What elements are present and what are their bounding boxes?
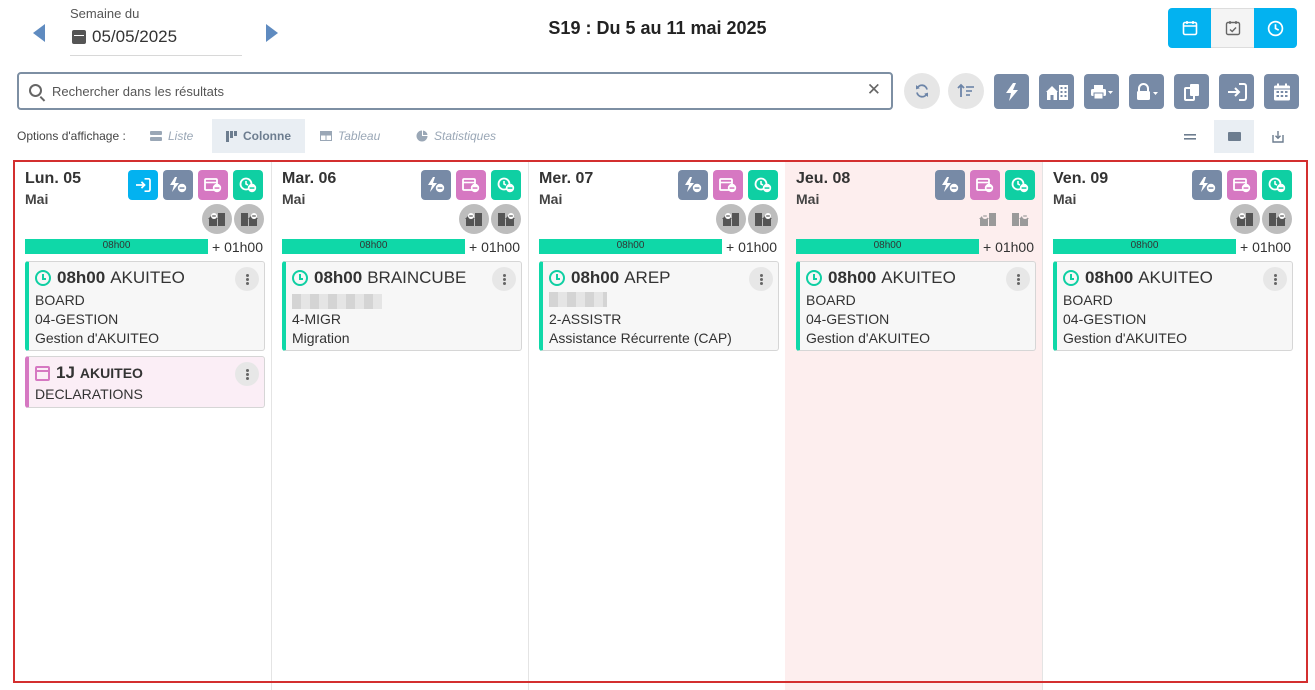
clock-icon: [1267, 20, 1284, 36]
display-options-label: Options d'affichage :: [17, 129, 126, 143]
calendar-icon: [1182, 21, 1197, 36]
previous-week-arrow-icon[interactable]: [33, 24, 45, 42]
print-dropdown-button[interactable]: [1084, 74, 1119, 109]
search-box: ✕: [17, 72, 893, 110]
display-option-list[interactable]: Liste: [138, 119, 205, 153]
week-date-value: 05/05/2025: [92, 27, 178, 46]
page-title: S19 : Du 5 au 11 mai 2025: [548, 18, 767, 38]
density-expand-button[interactable]: [1258, 120, 1298, 153]
list-icon: [150, 131, 162, 141]
clear-search-icon[interactable]: ✕: [867, 80, 881, 100]
view-calendar-check-button[interactable]: [1211, 8, 1254, 48]
calendar-check-icon: [1225, 21, 1240, 36]
sign-in-button[interactable]: [1219, 74, 1254, 109]
display-option-table[interactable]: Tableau: [308, 119, 392, 153]
download-box-icon: [1272, 130, 1284, 143]
display-option-column[interactable]: Colonne: [212, 119, 305, 153]
week-label: Semaine du: [70, 6, 140, 21]
week-picker[interactable]: Semaine du 05/05/2025: [70, 6, 242, 56]
view-clock-button[interactable]: [1254, 8, 1297, 48]
sign-in-icon: [1227, 82, 1247, 101]
calendar-icon: [72, 30, 86, 44]
block-icon: [1227, 132, 1241, 141]
density-compact-button[interactable]: [1170, 120, 1210, 153]
week-board-frame: [13, 160, 1308, 683]
home-office-button[interactable]: [1039, 74, 1074, 109]
display-option-column-label: Colonne: [243, 129, 291, 143]
lock-icon: [1136, 82, 1158, 100]
search-icon: [29, 84, 42, 97]
home-building-icon: [1045, 84, 1068, 100]
lock-dropdown-button[interactable]: [1129, 74, 1164, 109]
refresh-icon: [916, 84, 928, 98]
quick-action-button[interactable]: [994, 74, 1029, 109]
refresh-button[interactable]: [904, 73, 940, 109]
calendar-grid-icon: [1273, 83, 1290, 100]
table-icon: [320, 131, 332, 141]
display-option-list-label: Liste: [168, 129, 194, 143]
column-icon: [226, 130, 237, 142]
density-normal-button[interactable]: [1214, 120, 1254, 153]
next-week-arrow-icon[interactable]: [266, 24, 278, 42]
display-option-statistics-label: Statistiques: [434, 129, 497, 143]
week-date-field[interactable]: 05/05/2025: [72, 27, 177, 47]
view-calendar-button[interactable]: [1168, 8, 1211, 48]
copy-button[interactable]: [1174, 74, 1209, 109]
bolt-icon: [1005, 82, 1018, 101]
calendar-grid-button[interactable]: [1264, 74, 1299, 109]
sort-icon: [957, 83, 974, 97]
search-input[interactable]: [52, 80, 852, 102]
copy-icon: [1183, 83, 1199, 101]
equals-icon: [1184, 133, 1196, 140]
sort-button[interactable]: [948, 73, 984, 109]
display-option-table-label: Tableau: [338, 129, 381, 143]
print-icon: [1090, 84, 1113, 99]
display-option-statistics[interactable]: Statistiques: [404, 119, 508, 153]
view-mode-toggle: [1168, 8, 1297, 48]
pie-chart-icon: [416, 130, 428, 142]
